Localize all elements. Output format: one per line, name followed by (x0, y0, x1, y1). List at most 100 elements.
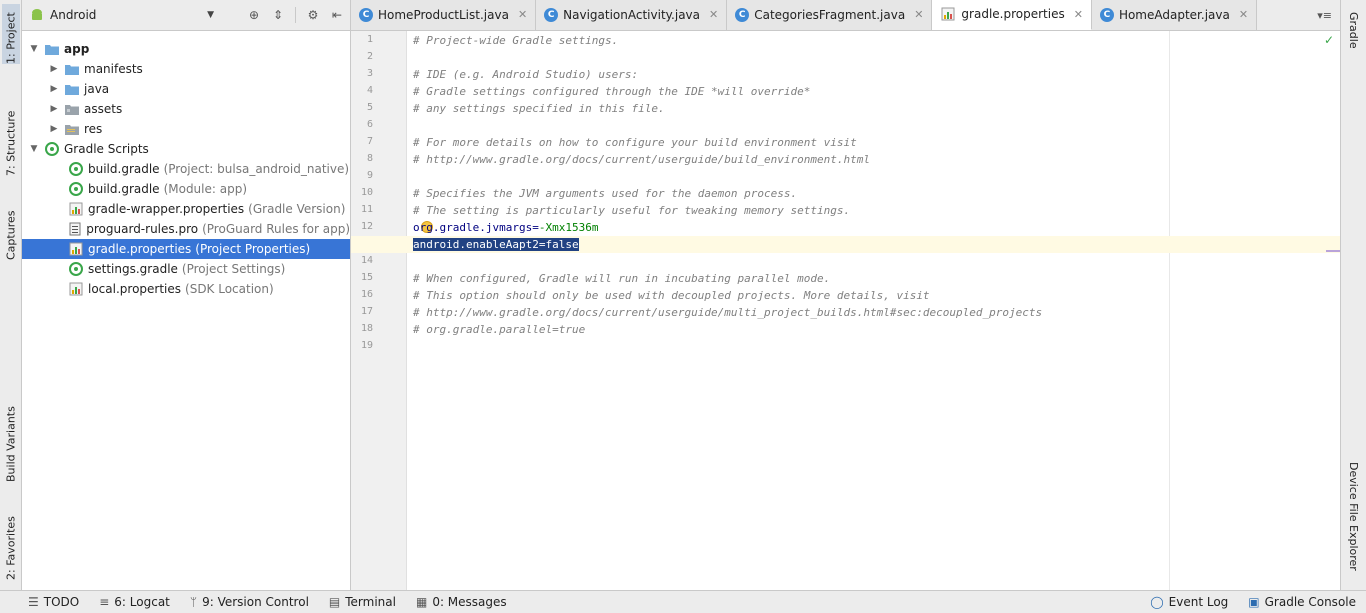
code-line[interactable]: # For more details on how to configure y… (413, 134, 857, 151)
editor-tab-label: gradle.properties (961, 7, 1065, 21)
bottom-tool-button[interactable]: ◯ Event Log (1140, 595, 1238, 609)
code-line[interactable]: android.enableAapt2=false (413, 236, 579, 253)
collapse-all-icon[interactable]: ⇕ (271, 8, 285, 22)
bottom-tool-label: Event Log (1168, 595, 1229, 609)
editor-tab[interactable]: C HomeAdapter.java ✕ (1091, 0, 1258, 30)
line-number: 2 (366, 51, 373, 62)
bottom-tool-button[interactable]: ᛘ 9: Version Control (180, 595, 319, 609)
code-editor[interactable]: 12345678910111213141516171819 # Project-… (351, 31, 1340, 590)
tool-tab-structure[interactable]: 7: Structure (2, 98, 20, 176)
bottom-tool-button[interactable]: ▤ Terminal (319, 595, 406, 609)
code-line[interactable]: # Gradle settings configured through the… (413, 83, 810, 100)
tree-item[interactable]: ▶ res (22, 119, 350, 139)
tree-item-label: Gradle Scripts (64, 142, 149, 156)
inspection-ok-icon[interactable]: ✓ (1324, 33, 1334, 47)
tree-item[interactable]: build.gradle (Module: app) (22, 179, 350, 199)
bottom-tool-button[interactable]: ▣ Gradle Console (1238, 595, 1366, 609)
tabs-overflow-icon[interactable]: ▾≡ (1317, 9, 1340, 22)
code-line[interactable]: # IDE (e.g. Android Studio) users: (413, 66, 638, 83)
tree-item-label: java (84, 82, 110, 96)
project-view-label: Android (50, 8, 97, 22)
bottom-tools-left: ☰ TODO ≡ 6: Logcat ᛘ 9: Version Control ▤ Termi… (0, 595, 517, 609)
scroll-from-source-icon[interactable]: ⊕ (247, 8, 261, 22)
tree-item[interactable]: settings.gradle (Project Settings) (22, 259, 350, 279)
tool-tab-gradle[interactable]: Gradle (1347, 12, 1360, 49)
editor-tab[interactable]: C NavigationActivity.java ✕ (536, 0, 728, 30)
tree-item[interactable]: local.properties (SDK Location) (22, 279, 350, 299)
comment-text: # org.gradle.parallel=true (413, 323, 586, 336)
line-number: 5 (366, 102, 373, 113)
editor-tab[interactable]: gradle.properties ✕ (932, 0, 1092, 30)
scrollbar-marker[interactable] (1326, 250, 1340, 252)
chevron-right-icon[interactable]: ▶ (48, 104, 60, 114)
comment-text: # any settings specified in this file. (413, 102, 665, 115)
project-view-dropdown[interactable]: Android ▼ (30, 8, 214, 22)
bottom-tool-button[interactable]: ▦ 0: Messages (406, 595, 517, 609)
tool-tab-project[interactable]: 1: Project (2, 4, 20, 64)
comment-text: # IDE (e.g. Android Studio) users: (413, 68, 639, 81)
close-icon[interactable]: ✕ (1074, 8, 1083, 21)
code-line[interactable]: # org.gradle.parallel=true (413, 321, 585, 338)
editor-tab-label: CategoriesFragment.java (754, 7, 906, 22)
code-line[interactable]: # Project-wide Gradle settings. (413, 32, 618, 49)
close-icon[interactable]: ✕ (709, 8, 718, 21)
code-line[interactable]: # http://www.gradle.org/docs/current/use… (413, 151, 870, 168)
code-line[interactable]: # http://www.gradle.org/docs/current/use… (413, 304, 1042, 321)
code-area[interactable]: # Project-wide Gradle settings. # IDE (e.… (351, 31, 1340, 590)
tree-item-label: res (84, 122, 103, 136)
properties-icon (68, 282, 84, 296)
line-number: 14 (360, 255, 373, 266)
tree-item[interactable]: ▶ manifests (22, 59, 350, 79)
tool-tab-device-file-explorer[interactable]: Device File Explorer (1347, 462, 1360, 571)
tree-item[interactable]: ▶ assets (22, 99, 350, 119)
tree-item-label: gradle.properties (88, 242, 192, 256)
editor-tab-label: HomeAdapter.java (1118, 7, 1230, 22)
tree-item-hint: (Project Settings) (181, 262, 286, 276)
chevron-down-icon[interactable]: ▼ (28, 44, 40, 54)
comment-text: # For more details on how to configure y… (413, 136, 857, 149)
tree-item[interactable]: build.gradle (Project: bulsa_android_nati… (22, 159, 350, 179)
line-number: 18 (360, 323, 373, 334)
code-line[interactable]: # The setting is particularly useful for… (413, 202, 850, 219)
property-key: org.gradle.jvmargs (413, 221, 533, 234)
chevron-down-icon[interactable]: ▼ (28, 144, 40, 154)
code-line[interactable]: # This option should only be used with d… (413, 287, 930, 304)
line-number: 7 (366, 136, 373, 147)
hide-panel-icon[interactable]: ⇤ (330, 8, 344, 22)
tree-item[interactable]: ▶ java (22, 79, 350, 99)
close-icon[interactable]: ✕ (1239, 8, 1248, 21)
tree-item-hint: (ProGuard Rules for app) (202, 222, 350, 236)
close-icon[interactable]: ✕ (518, 8, 527, 21)
bottom-tool-label: Terminal (345, 595, 396, 609)
chevron-right-icon[interactable]: ▶ (48, 64, 60, 74)
tree-item[interactable]: ▼ Gradle Scripts (22, 139, 350, 159)
tool-tab-label: 2: Favorites (4, 516, 18, 580)
vcs-icon: ᛘ (189, 595, 198, 609)
line-number: 6 (366, 119, 373, 130)
class-icon: C (1099, 7, 1114, 22)
tree-item-label: local.properties (88, 282, 182, 296)
tree-item[interactable]: gradle.properties (Project Properties) (22, 239, 350, 259)
tool-tab-favorites[interactable]: 2: Favorites (2, 502, 20, 580)
close-icon[interactable]: ✕ (914, 8, 923, 21)
code-line[interactable]: # When configured, Gradle will run in in… (413, 270, 830, 287)
bottom-tool-button[interactable]: ☰ TODO (18, 595, 89, 609)
chevron-right-icon[interactable]: ▶ (48, 124, 60, 134)
editor-tab[interactable]: C HomeProductList.java ✕ (351, 0, 537, 30)
code-line[interactable]: org.gradle.jvmargs=-Xmx1536m (413, 219, 598, 236)
chevron-right-icon[interactable]: ▶ (48, 84, 60, 94)
gear-icon[interactable]: ⚙ (306, 8, 320, 22)
tree-item[interactable]: proguard-rules.pro (ProGuard Rules for ap… (22, 219, 350, 239)
code-line[interactable]: # Specifies the JVM arguments used for t… (413, 185, 797, 202)
tree-item[interactable]: ▼ app (22, 39, 350, 59)
selected-text: android.enableAapt2=false (413, 238, 579, 251)
tool-tab-captures[interactable]: Captures (2, 196, 20, 260)
property-value: -Xmx1536m (538, 221, 599, 234)
tool-tab-build-variants[interactable]: Build Variants (2, 392, 20, 482)
gradle-console-icon: ▣ (1248, 595, 1260, 609)
code-line[interactable]: # any settings specified in this file. (413, 100, 665, 117)
tree-item[interactable]: gradle-wrapper.properties (Gradle Version… (22, 199, 350, 219)
bottom-tool-button[interactable]: ≡ 6: Logcat (89, 595, 180, 609)
editor-tab[interactable]: C CategoriesFragment.java ✕ (727, 0, 933, 30)
toolbar-divider (295, 7, 296, 23)
